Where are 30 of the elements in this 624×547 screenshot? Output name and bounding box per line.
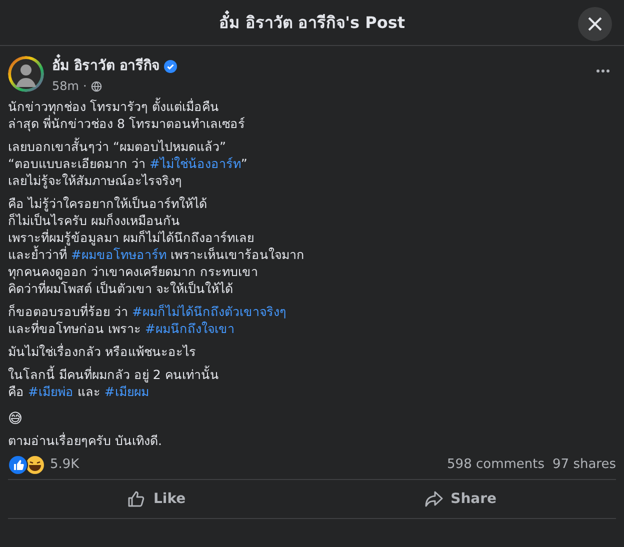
share-button[interactable]: Share <box>384 484 537 514</box>
like-button[interactable]: Like <box>87 484 226 514</box>
reactions-icon[interactable] <box>8 455 46 475</box>
post-paragraph: นักข่าวทุกช่อง โทรมารัวๆ ตั้งแต่เมื่อคืน ล่าสุด พี่นักข่าวช่อง 8 โทรมาตอนทำเลเซอร์ <box>8 98 246 132</box>
hashtag-link[interactable]: #ผมนึกถึงใจเขา <box>144 321 234 336</box>
hashtag-link[interactable]: #ผมขอโทษอาร์ท <box>70 247 166 262</box>
emoji: 😅 <box>8 410 23 428</box>
more-icon <box>596 68 610 73</box>
share-count[interactable]: 97 shares <box>552 455 616 475</box>
hashtag-link[interactable]: #ผมก็ไม่ได้นึกถึงตัวเขาจริงๆ <box>132 304 286 319</box>
close-icon <box>587 16 603 32</box>
reaction-count[interactable]: 5.9K <box>50 455 80 475</box>
hashtag-link[interactable]: #ไม่ใช่น้องอาร์ท <box>149 156 241 171</box>
post-paragraph: เลยบอกเขาสั้นๆว่า “ผมตอบไปหมดแล้ว” “ตอบแบบละเอียดมาก ว่า #ไม่ใช่น้องอาร์ท” เลยไม่รู้จะให้สัมภาษณ์อะไรจริงๆ <box>8 138 248 189</box>
post-paragraph: ก็ขอตอบรอบที่ร้อย ว่า #ผมก็ไม่ได้นึกถึงตัวเขาจริงๆ และที่ขอโทษก่อน เพราะ #ผมนึกถึงใจเขา <box>8 303 288 337</box>
comment-count[interactable]: 598 comments <box>447 455 545 475</box>
post-time[interactable]: 58m <box>52 78 79 94</box>
post-paragraph: ในโลกนี้ มีคนที่ผมกลัว อยู่ 2 คนเท่านั้น คือ #เมียพ่อ และ #เมียผม <box>8 366 220 400</box>
separator-dot: · <box>82 78 87 94</box>
hashtag-link[interactable]: #เมียผม <box>104 384 149 399</box>
share-arrow-icon <box>424 490 443 508</box>
globe-icon <box>90 80 102 92</box>
post-paragraph: คือ ไม่รู้ว่าใครอยากให้เป็นอาร์ทให้ได้ ก็ไม่เป็นไรครับ ผมก็งงเหมือนกัน เพราะที่ผมรู้ข้อมูลมา ผมก็ไม่ได้นึกถึงอาร์ทเลย และย้ำว่าที่ #ผมขอโทษอาร์ท เพราะเห็นเขาร้อนใจมาก ทุกคนคงดูออก ว่าเขาคงเครียดมาก กระทบเขา คิดว่าที่ผมโพสต์ เป็นตัวเขา จะให้เป็นให้ได้ <box>8 195 306 297</box>
thumbs-up-icon <box>127 490 146 508</box>
post-paragraph: มันไม่ใช่เรื่องกลัว หรือแพ้ชนะอะไร <box>8 343 197 360</box>
post-paragraph: ตามอ่านเรื่อยๆครับ บันเทิงดี. <box>8 432 163 449</box>
avatar[interactable] <box>8 56 44 92</box>
dialog-title: อั๋ม อิราวัต อารีกิจ's Post <box>218 10 406 34</box>
close-button[interactable] <box>578 7 612 41</box>
hashtag-link[interactable]: #เมียพ่อ <box>28 384 74 399</box>
